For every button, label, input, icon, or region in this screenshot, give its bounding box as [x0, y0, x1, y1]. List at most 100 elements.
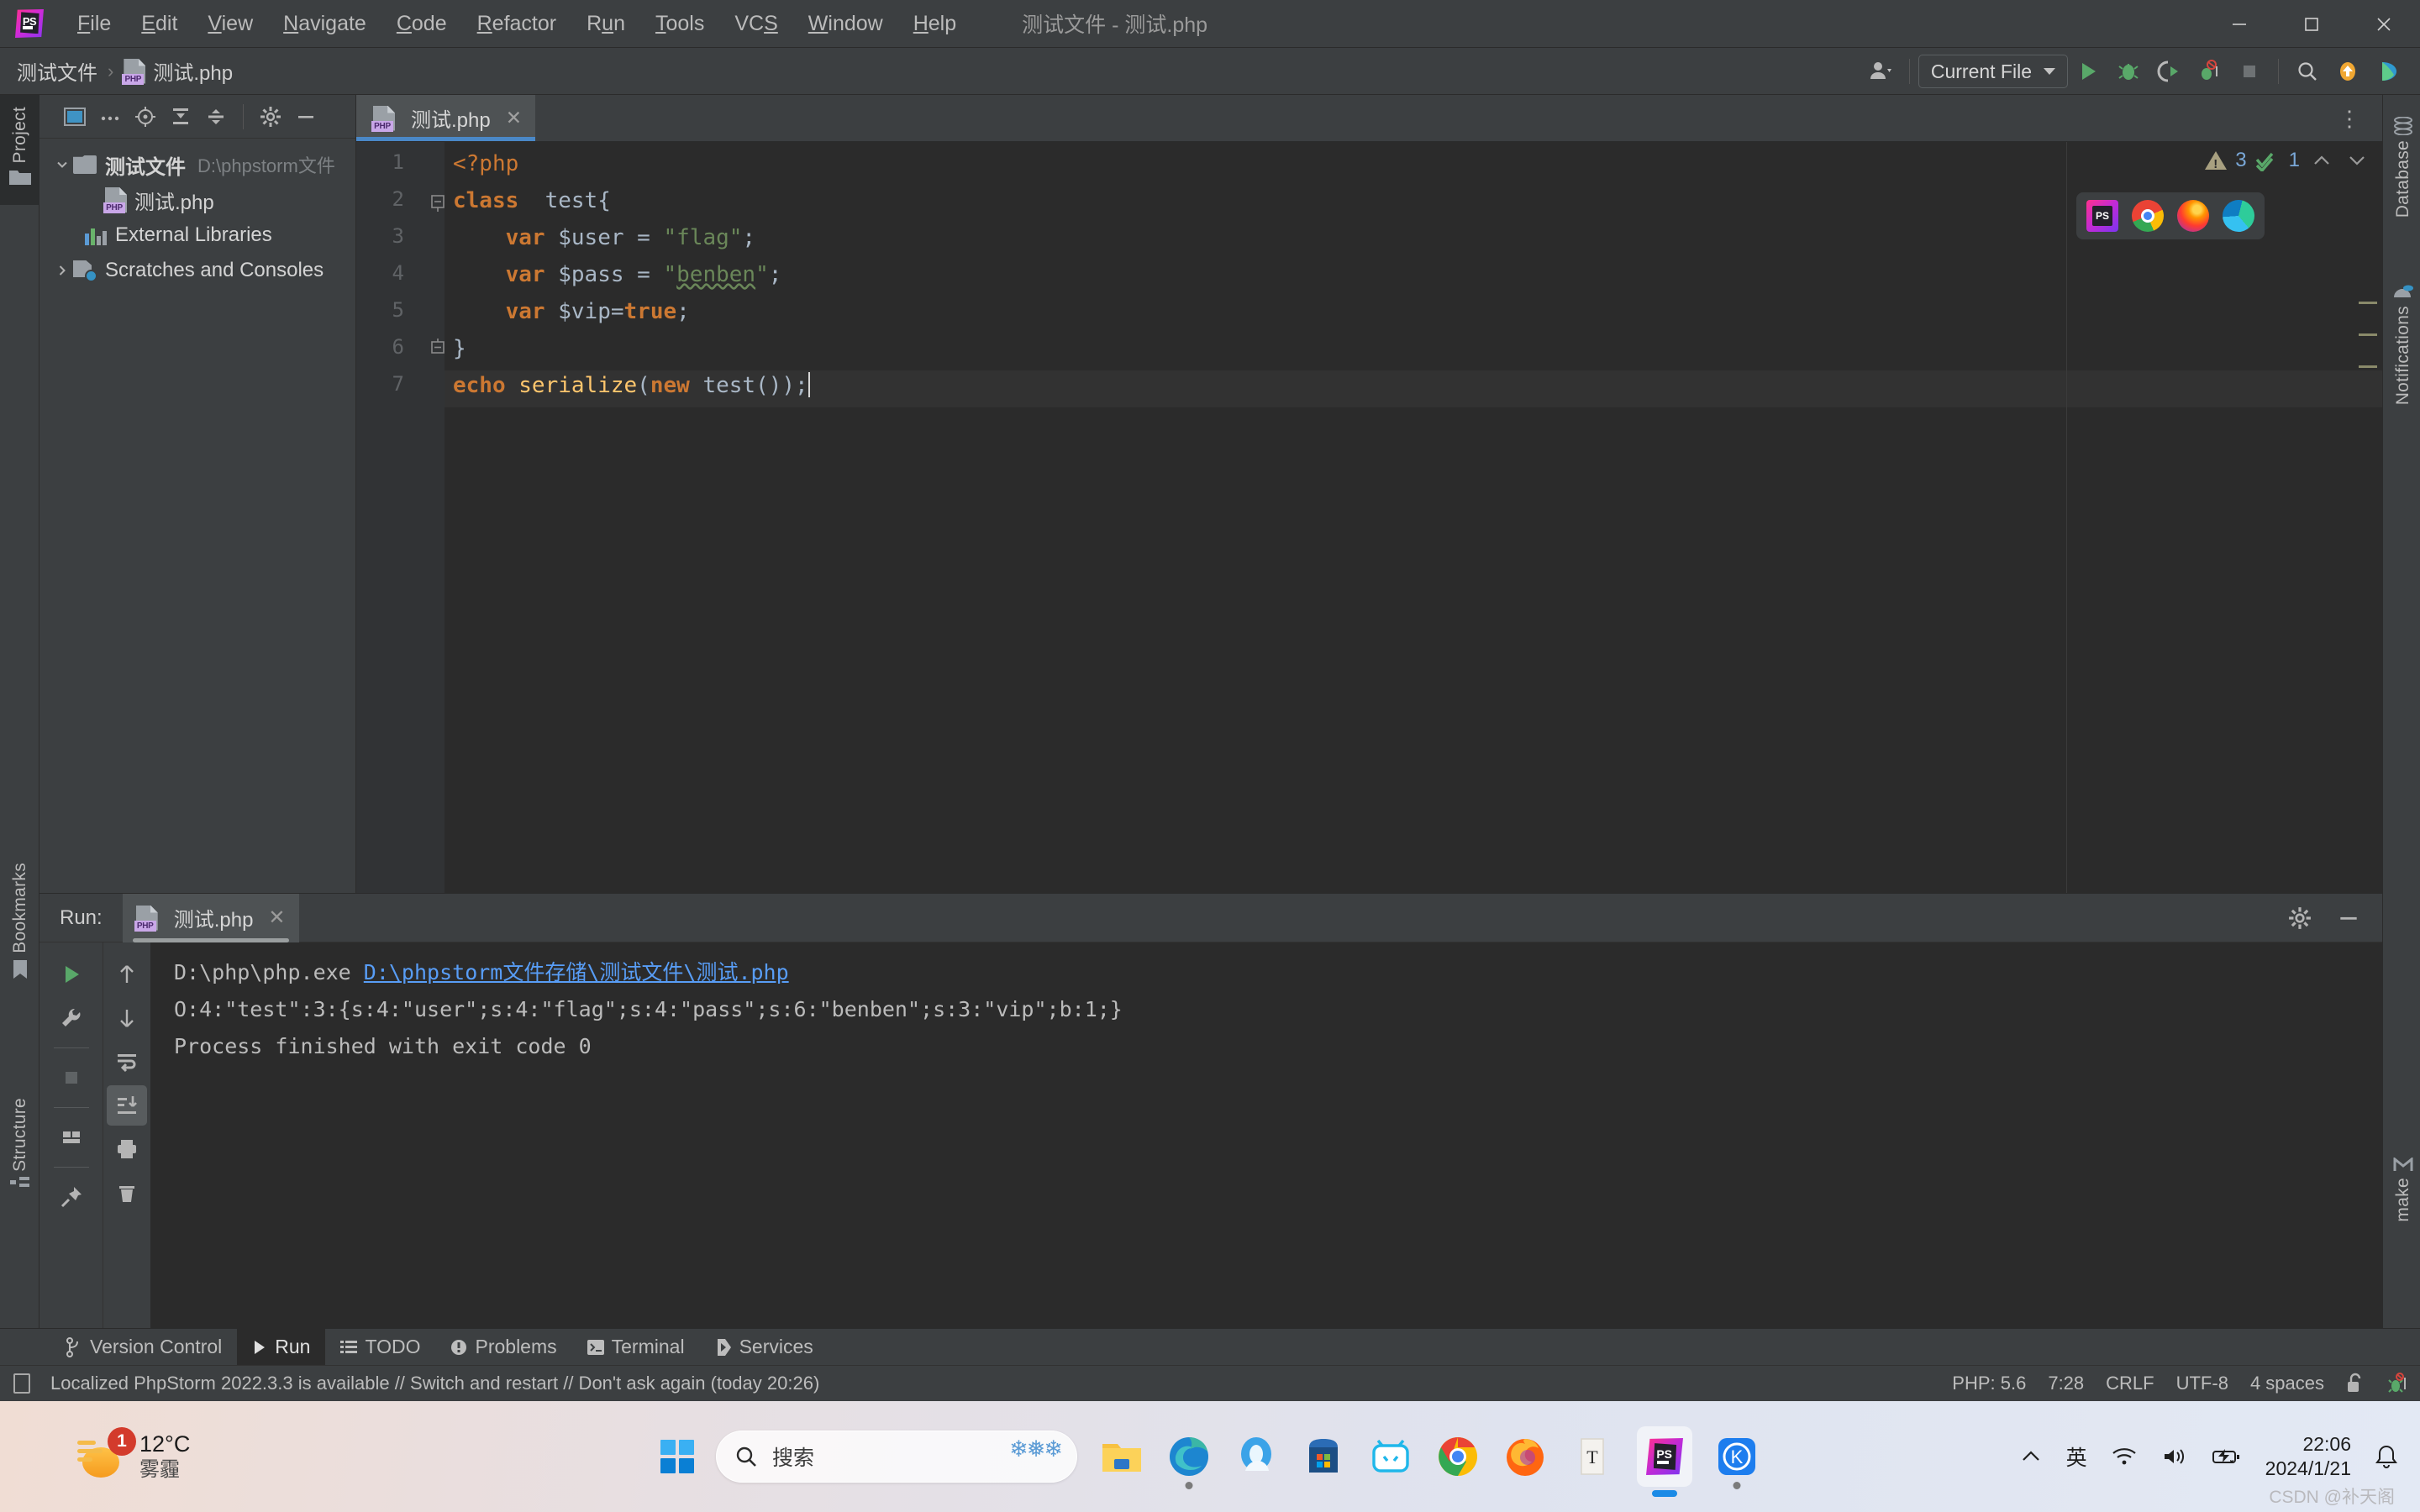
print-icon[interactable]: [107, 1129, 147, 1169]
scroll-to-end-icon[interactable]: [107, 1085, 147, 1126]
marker-stripe[interactable]: [2359, 333, 2377, 336]
settings-icon[interactable]: [2280, 898, 2320, 938]
chevron-down-icon[interactable]: [51, 154, 73, 176]
microsoft-store-icon[interactable]: [1301, 1434, 1346, 1479]
firefox-icon[interactable]: [2177, 200, 2209, 232]
stop-icon[interactable]: [51, 1058, 92, 1098]
menu-help[interactable]: Help: [898, 7, 971, 41]
debug-inactive-icon[interactable]: [2386, 1373, 2408, 1394]
user-avatar-icon[interactable]: [1860, 53, 1901, 90]
phpstorm-icon[interactable]: [2086, 200, 2118, 232]
wifi-icon[interactable]: [2111, 1446, 2138, 1467]
tree-row-php-file[interactable]: PHP 测试.php: [39, 182, 355, 218]
more-vertical-icon[interactable]: ⋮: [2327, 106, 2374, 132]
tree-row-external-libraries[interactable]: External Libraries: [39, 218, 355, 253]
sidebar-item-structure[interactable]: Structure: [0, 1086, 39, 1215]
chevron-down-icon[interactable]: [2344, 153, 2370, 168]
collapse-all-icon[interactable]: [199, 100, 233, 134]
volume-icon[interactable]: [2161, 1446, 2188, 1467]
outlook-icon[interactable]: [1234, 1434, 1279, 1479]
taskbar-weather-widget[interactable]: 1 12°C 雾霾: [76, 1427, 190, 1482]
firefox-icon[interactable]: [1502, 1434, 1548, 1479]
close-icon[interactable]: ✕: [268, 906, 285, 930]
run-with-coverage-button[interactable]: [2149, 53, 2189, 90]
tree-row-project-root[interactable]: 测试文件 D:\phpstorm文件: [39, 147, 355, 182]
up-icon[interactable]: [107, 954, 147, 995]
tab-version-control[interactable]: Version Control: [50, 1329, 237, 1366]
bell-icon[interactable]: [2375, 1444, 2398, 1469]
kugou-icon[interactable]: K: [1714, 1434, 1760, 1489]
maximize-button[interactable]: [2275, 0, 2348, 48]
sidebar-item-project[interactable]: Project: [0, 95, 39, 206]
tab-problems[interactable]: Problems: [435, 1329, 571, 1366]
status-caret-position[interactable]: 7:28: [2048, 1373, 2084, 1394]
tab-services[interactable]: Services: [700, 1329, 829, 1366]
console-file-link[interactable]: D:\phpstorm文件存储\测试文件\测试.php: [364, 960, 789, 984]
clear-all-icon[interactable]: [107, 1173, 147, 1213]
status-encoding[interactable]: UTF-8: [2176, 1373, 2228, 1394]
more-icon[interactable]: [93, 100, 127, 134]
search-everywhere-icon[interactable]: [2287, 53, 2328, 90]
taskbar-clock[interactable]: 22:06 2024/1/21: [2265, 1432, 2351, 1481]
status-message[interactable]: Localized PhpStorm 2022.3.3 is available…: [50, 1373, 819, 1394]
menu-code[interactable]: Code: [381, 7, 462, 41]
bilibili-icon[interactable]: [1368, 1434, 1413, 1479]
menu-file[interactable]: File: [62, 7, 126, 41]
battery-icon[interactable]: [2212, 1446, 2242, 1467]
chrome-icon[interactable]: [1435, 1434, 1481, 1479]
typora-icon[interactable]: T: [1570, 1434, 1615, 1479]
debug-button[interactable]: [2108, 53, 2149, 90]
editor-tab-php[interactable]: PHP 测试.php ✕: [356, 95, 535, 141]
run-button[interactable]: [2068, 53, 2108, 90]
windows-start-icon[interactable]: [660, 1440, 694, 1473]
close-icon[interactable]: ✕: [506, 107, 522, 129]
run-configuration-selector[interactable]: Current File: [1918, 55, 2068, 88]
run-console-output[interactable]: D:\php\php.exe D:\phpstorm文件存储\测试文件\测试.p…: [150, 942, 2382, 1328]
menu-edit[interactable]: Edit: [126, 7, 192, 41]
settings-icon[interactable]: [254, 100, 287, 134]
edge-icon[interactable]: [2223, 200, 2254, 232]
edge-icon[interactable]: [1166, 1434, 1212, 1489]
chevron-right-icon[interactable]: [51, 260, 73, 281]
status-php-version[interactable]: PHP: 5.6: [1952, 1373, 2026, 1394]
expand-all-icon[interactable]: [164, 100, 197, 134]
file-explorer-icon[interactable]: [1099, 1434, 1144, 1479]
status-line-separator[interactable]: CRLF: [2106, 1373, 2154, 1394]
tab-todo[interactable]: TODO: [325, 1329, 435, 1366]
pin-icon[interactable]: [51, 1177, 92, 1217]
inspection-widget[interactable]: 3 1: [2205, 149, 2370, 172]
breadcrumb-project[interactable]: 测试文件: [17, 56, 97, 86]
select-opened-file-icon[interactable]: [58, 100, 92, 134]
run-tab-php[interactable]: PHP 测试.php ✕: [122, 893, 299, 942]
sidebar-item-notifications[interactable]: Notifications: [2383, 267, 2420, 417]
hide-icon[interactable]: [2328, 898, 2369, 938]
rerun-icon[interactable]: [51, 954, 92, 995]
chrome-icon[interactable]: [2132, 200, 2164, 232]
menu-navigate[interactable]: Navigate: [268, 7, 381, 41]
ide-feature-icon[interactable]: [2368, 53, 2408, 90]
menu-run[interactable]: Run: [571, 7, 640, 41]
status-indent[interactable]: 4 spaces: [2250, 1373, 2324, 1394]
wrench-icon[interactable]: [51, 998, 92, 1038]
taskbar-search-box[interactable]: 搜索 ❄❅❄: [716, 1431, 1077, 1483]
menu-refactor[interactable]: Refactor: [462, 7, 572, 41]
notification-note-icon[interactable]: [13, 1373, 30, 1394]
hide-icon[interactable]: [289, 100, 323, 134]
soft-wrap-icon[interactable]: [107, 1042, 147, 1082]
menu-tools[interactable]: Tools: [640, 7, 719, 41]
stop-button[interactable]: [2229, 53, 2270, 90]
marker-stripe[interactable]: [2359, 365, 2377, 368]
tab-run[interactable]: Run: [237, 1328, 326, 1366]
profile-button[interactable]: [2189, 53, 2229, 90]
tree-row-scratches[interactable]: Scratches and Consoles: [39, 253, 355, 288]
unlocked-icon[interactable]: [2346, 1373, 2365, 1394]
sidebar-item-make[interactable]: make: [2383, 1141, 2420, 1234]
layout-icon[interactable]: [51, 1117, 92, 1158]
ime-indicator[interactable]: 英: [2066, 1441, 2087, 1472]
marker-stripe[interactable]: [2359, 302, 2377, 304]
sidebar-item-database[interactable]: Database: [2383, 100, 2420, 229]
locate-icon[interactable]: [129, 100, 162, 134]
tab-terminal[interactable]: Terminal: [572, 1329, 700, 1366]
menu-vcs[interactable]: VCS: [719, 7, 792, 41]
down-icon[interactable]: [107, 998, 147, 1038]
